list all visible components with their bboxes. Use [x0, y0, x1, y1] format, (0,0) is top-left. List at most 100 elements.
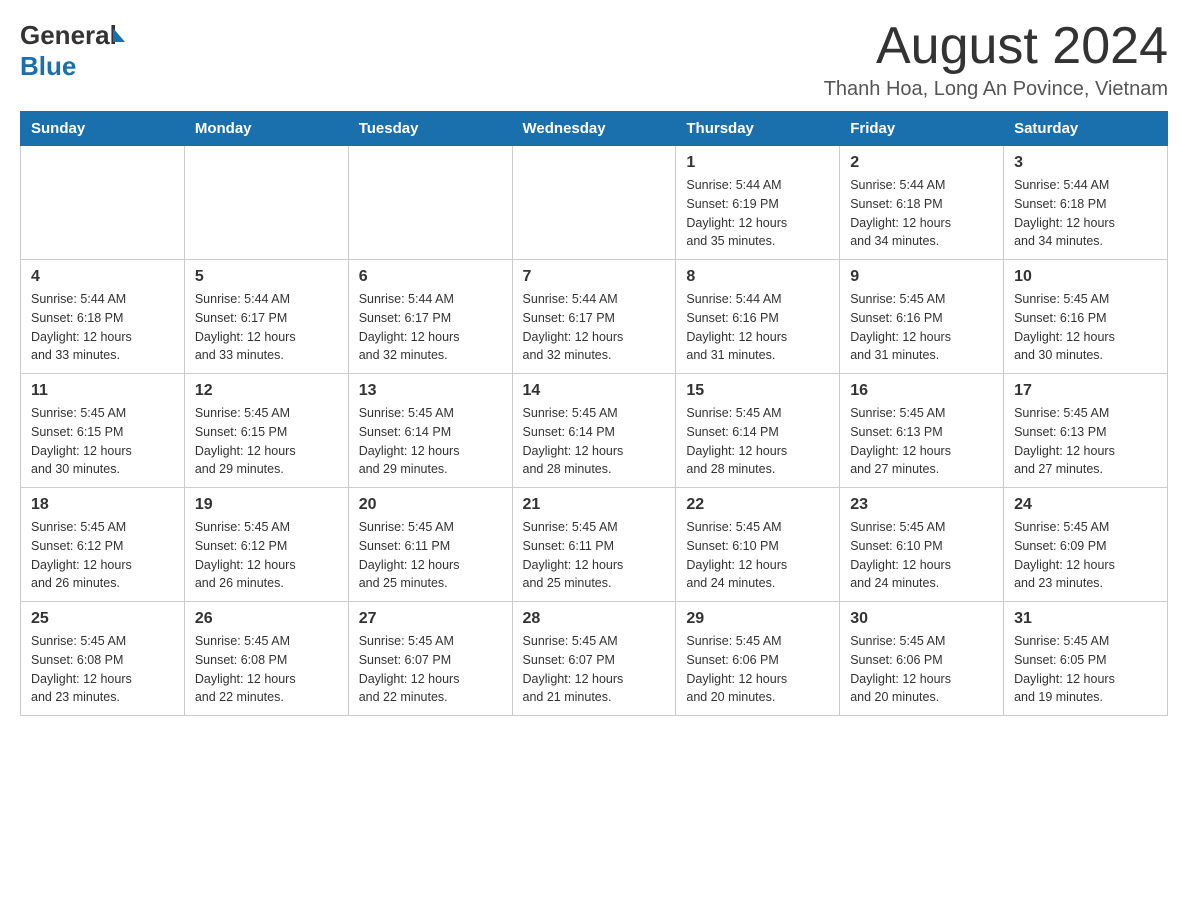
calendar-cell: 9 Sunrise: 5:45 AM Sunset: 6:16 PM Daylig…: [840, 260, 1004, 374]
calendar-cell: 20Sunrise: 5:45 AM Sunset: 6:11 PM Dayli…: [348, 488, 512, 602]
day-number: 25: [31, 610, 174, 628]
day-number: 30: [850, 610, 993, 628]
day-number: 20: [359, 496, 502, 514]
day-info: Sunrise: 5:45 AM Sunset: 6:13 PM Dayligh…: [1014, 404, 1157, 479]
day-info: Sunrise: 5:44 AM Sunset: 6:17 PM Dayligh…: [523, 290, 666, 365]
logo-general-text: General: [20, 20, 117, 51]
day-number: 12: [195, 382, 338, 400]
weekday-header: Monday: [184, 112, 348, 146]
day-number: 18: [31, 496, 174, 514]
calendar-cell: 4 Sunrise: 5:44 AM Sunset: 6:18 PM Daylig…: [21, 260, 185, 374]
calendar-cell: 15Sunrise: 5:45 AM Sunset: 6:14 PM Dayli…: [676, 374, 840, 488]
day-info: Sunrise: 5:45 AM Sunset: 6:14 PM Dayligh…: [686, 404, 829, 479]
calendar-cell: 28 Sunrise: 5:45 AM Sunset: 6:07 PM Dayli…: [512, 602, 676, 716]
calendar-cell: 29 Sunrise: 5:45 AM Sunset: 6:06 PM Dayli…: [676, 602, 840, 716]
day-number: 14: [523, 382, 666, 400]
calendar-cell: 11Sunrise: 5:45 AM Sunset: 6:15 PM Dayli…: [21, 374, 185, 488]
calendar-cell: 26Sunrise: 5:45 AM Sunset: 6:08 PM Dayli…: [184, 602, 348, 716]
calendar-cell: 12 Sunrise: 5:45 AM Sunset: 6:15 PM Dayli…: [184, 374, 348, 488]
day-info: Sunrise: 5:44 AM Sunset: 6:18 PM Dayligh…: [850, 176, 993, 251]
logo-blue-text: Blue: [20, 51, 125, 82]
day-info: Sunrise: 5:45 AM Sunset: 6:08 PM Dayligh…: [31, 632, 174, 707]
day-info: Sunrise: 5:45 AM Sunset: 6:15 PM Dayligh…: [31, 404, 174, 479]
calendar-week-row: 11Sunrise: 5:45 AM Sunset: 6:15 PM Dayli…: [21, 374, 1168, 488]
calendar-cell: 1 Sunrise: 5:44 AM Sunset: 6:19 PM Daylig…: [676, 146, 840, 260]
day-info: Sunrise: 5:45 AM Sunset: 6:16 PM Dayligh…: [850, 290, 993, 365]
calendar-cell: 30Sunrise: 5:45 AM Sunset: 6:06 PM Dayli…: [840, 602, 1004, 716]
calendar-cell: 8 Sunrise: 5:44 AM Sunset: 6:16 PM Daylig…: [676, 260, 840, 374]
calendar-header-row: SundayMondayTuesdayWednesdayThursdayFrid…: [21, 112, 1168, 146]
calendar-week-row: 18 Sunrise: 5:45 AM Sunset: 6:12 PM Dayli…: [21, 488, 1168, 602]
day-info: Sunrise: 5:45 AM Sunset: 6:12 PM Dayligh…: [195, 518, 338, 593]
weekday-header: Wednesday: [512, 112, 676, 146]
day-info: Sunrise: 5:45 AM Sunset: 6:07 PM Dayligh…: [523, 632, 666, 707]
day-number: 3: [1014, 154, 1157, 172]
logo-arrow-icon: [113, 28, 125, 42]
calendar-cell: 2 Sunrise: 5:44 AM Sunset: 6:18 PM Daylig…: [840, 146, 1004, 260]
calendar-cell: 16 Sunrise: 5:45 AM Sunset: 6:13 PM Dayli…: [840, 374, 1004, 488]
day-number: 2: [850, 154, 993, 172]
weekday-header: Saturday: [1004, 112, 1168, 146]
calendar-cell: [348, 146, 512, 260]
weekday-header: Friday: [840, 112, 1004, 146]
day-info: Sunrise: 5:45 AM Sunset: 6:06 PM Dayligh…: [686, 632, 829, 707]
day-number: 24: [1014, 496, 1157, 514]
header-right: August 2024 Thanh Hoa, Long An Povince, …: [824, 20, 1168, 101]
calendar-week-row: 4 Sunrise: 5:44 AM Sunset: 6:18 PM Daylig…: [21, 260, 1168, 374]
day-number: 10: [1014, 268, 1157, 286]
day-number: 1: [686, 154, 829, 172]
day-number: 29: [686, 610, 829, 628]
day-number: 9: [850, 268, 993, 286]
weekday-header: Tuesday: [348, 112, 512, 146]
calendar-cell: 24 Sunrise: 5:45 AM Sunset: 6:09 PM Dayli…: [1004, 488, 1168, 602]
day-info: Sunrise: 5:44 AM Sunset: 6:17 PM Dayligh…: [195, 290, 338, 365]
day-info: Sunrise: 5:45 AM Sunset: 6:15 PM Dayligh…: [195, 404, 338, 479]
day-info: Sunrise: 5:45 AM Sunset: 6:11 PM Dayligh…: [523, 518, 666, 593]
day-info: Sunrise: 5:45 AM Sunset: 6:05 PM Dayligh…: [1014, 632, 1157, 707]
calendar-cell: 5Sunrise: 5:44 AM Sunset: 6:17 PM Daylig…: [184, 260, 348, 374]
day-number: 31: [1014, 610, 1157, 628]
calendar-week-row: 1 Sunrise: 5:44 AM Sunset: 6:19 PM Daylig…: [21, 146, 1168, 260]
calendar-cell: 25 Sunrise: 5:45 AM Sunset: 6:08 PM Dayli…: [21, 602, 185, 716]
day-info: Sunrise: 5:45 AM Sunset: 6:12 PM Dayligh…: [31, 518, 174, 593]
calendar-cell: 6Sunrise: 5:44 AM Sunset: 6:17 PM Daylig…: [348, 260, 512, 374]
day-number: 7: [523, 268, 666, 286]
day-number: 4: [31, 268, 174, 286]
day-info: Sunrise: 5:45 AM Sunset: 6:08 PM Dayligh…: [195, 632, 338, 707]
day-info: Sunrise: 5:44 AM Sunset: 6:18 PM Dayligh…: [31, 290, 174, 365]
calendar-cell: [512, 146, 676, 260]
calendar-cell: 17 Sunrise: 5:45 AM Sunset: 6:13 PM Dayli…: [1004, 374, 1168, 488]
day-number: 6: [359, 268, 502, 286]
day-info: Sunrise: 5:45 AM Sunset: 6:09 PM Dayligh…: [1014, 518, 1157, 593]
day-number: 23: [850, 496, 993, 514]
page-header: General Blue August 2024 Thanh Hoa, Long…: [20, 20, 1168, 101]
calendar-cell: 10 Sunrise: 5:45 AM Sunset: 6:16 PM Dayli…: [1004, 260, 1168, 374]
day-number: 13: [359, 382, 502, 400]
day-number: 28: [523, 610, 666, 628]
calendar-cell: 27Sunrise: 5:45 AM Sunset: 6:07 PM Dayli…: [348, 602, 512, 716]
calendar-cell: 14Sunrise: 5:45 AM Sunset: 6:14 PM Dayli…: [512, 374, 676, 488]
day-info: Sunrise: 5:45 AM Sunset: 6:10 PM Dayligh…: [686, 518, 829, 593]
logo: General Blue: [20, 20, 125, 82]
day-number: 19: [195, 496, 338, 514]
day-number: 27: [359, 610, 502, 628]
day-info: Sunrise: 5:45 AM Sunset: 6:10 PM Dayligh…: [850, 518, 993, 593]
calendar-table: SundayMondayTuesdayWednesdayThursdayFrid…: [20, 111, 1168, 716]
day-info: Sunrise: 5:44 AM Sunset: 6:16 PM Dayligh…: [686, 290, 829, 365]
calendar-cell: 22Sunrise: 5:45 AM Sunset: 6:10 PM Dayli…: [676, 488, 840, 602]
day-number: 8: [686, 268, 829, 286]
day-number: 17: [1014, 382, 1157, 400]
calendar-cell: [184, 146, 348, 260]
weekday-header: Sunday: [21, 112, 185, 146]
day-info: Sunrise: 5:44 AM Sunset: 6:18 PM Dayligh…: [1014, 176, 1157, 251]
calendar-cell: 21Sunrise: 5:45 AM Sunset: 6:11 PM Dayli…: [512, 488, 676, 602]
day-info: Sunrise: 5:45 AM Sunset: 6:16 PM Dayligh…: [1014, 290, 1157, 365]
calendar-cell: [21, 146, 185, 260]
day-number: 16: [850, 382, 993, 400]
location-title: Thanh Hoa, Long An Povince, Vietnam: [824, 78, 1168, 101]
day-info: Sunrise: 5:45 AM Sunset: 6:13 PM Dayligh…: [850, 404, 993, 479]
month-title: August 2024: [824, 20, 1168, 72]
day-info: Sunrise: 5:44 AM Sunset: 6:19 PM Dayligh…: [686, 176, 829, 251]
calendar-cell: 3 Sunrise: 5:44 AM Sunset: 6:18 PM Daylig…: [1004, 146, 1168, 260]
calendar-cell: 23 Sunrise: 5:45 AM Sunset: 6:10 PM Dayli…: [840, 488, 1004, 602]
